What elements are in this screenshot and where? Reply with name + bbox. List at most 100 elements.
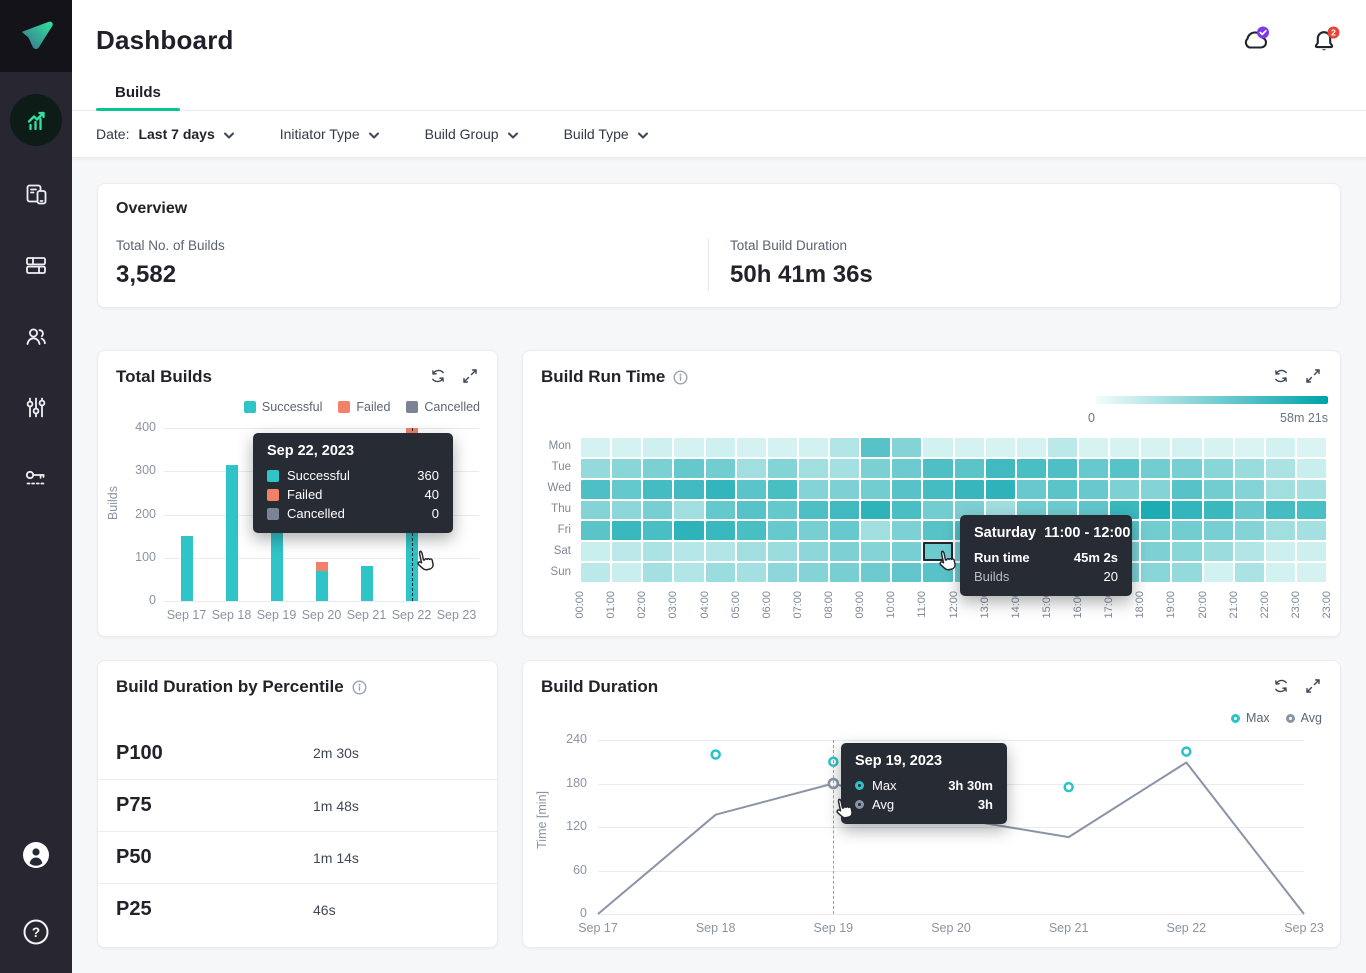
refresh-button[interactable] xyxy=(1272,367,1290,385)
heatmap-cell[interactable] xyxy=(768,542,797,561)
heatmap-cell[interactable] xyxy=(1079,480,1108,499)
sidebar-item-build-groups[interactable] xyxy=(0,229,72,300)
heatmap-cell[interactable] xyxy=(1110,480,1139,499)
heatmap-cell[interactable] xyxy=(1172,563,1201,582)
heatmap-cell[interactable] xyxy=(1235,438,1264,457)
heatmap-cell[interactable] xyxy=(1204,521,1233,540)
expand-button[interactable] xyxy=(461,367,479,385)
heatmap-cell[interactable] xyxy=(612,438,641,457)
filter-initiator-type[interactable]: Initiator Type xyxy=(280,126,379,142)
heatmap-cell[interactable] xyxy=(706,501,735,520)
heatmap-cell[interactable] xyxy=(581,563,610,582)
heatmap-cell[interactable] xyxy=(737,438,766,457)
heatmap-cell[interactable] xyxy=(674,542,703,561)
heatmap-cell[interactable] xyxy=(1204,542,1233,561)
heatmap-cell[interactable] xyxy=(1297,459,1326,478)
heatmap-cell[interactable] xyxy=(643,521,672,540)
heatmap-cell[interactable] xyxy=(1172,438,1201,457)
heatmap-cell[interactable] xyxy=(861,459,890,478)
heatmap-cell[interactable] xyxy=(892,563,921,582)
heatmap-cell[interactable] xyxy=(1235,521,1264,540)
heatmap-cell[interactable] xyxy=(1266,438,1295,457)
heatmap-cell[interactable] xyxy=(923,521,952,540)
heatmap-cell[interactable] xyxy=(1204,563,1233,582)
max-point[interactable] xyxy=(712,751,720,759)
heatmap-cell[interactable] xyxy=(986,480,1015,499)
heatmap-cell[interactable] xyxy=(1235,542,1264,561)
refresh-button[interactable] xyxy=(1272,677,1290,695)
heatmap-cell[interactable] xyxy=(581,542,610,561)
heatmap-cell[interactable] xyxy=(581,501,610,520)
heatmap-cell[interactable] xyxy=(830,459,859,478)
heatmap-cell[interactable] xyxy=(1172,459,1201,478)
heatmap-cell[interactable] xyxy=(1172,501,1201,520)
heatmap-cell[interactable] xyxy=(955,459,984,478)
sidebar-item-insights[interactable] xyxy=(10,94,62,146)
heatmap-cell[interactable] xyxy=(643,480,672,499)
heatmap-cell[interactable] xyxy=(861,521,890,540)
bar-segment[interactable] xyxy=(361,566,373,601)
heatmap-cell[interactable] xyxy=(1141,521,1170,540)
heatmap-cell[interactable] xyxy=(1297,501,1326,520)
heatmap-cell[interactable] xyxy=(799,501,828,520)
filter-date[interactable]: Date:Last 7 days xyxy=(96,126,234,142)
heatmap-cell[interactable] xyxy=(768,459,797,478)
heatmap-cell[interactable] xyxy=(1297,438,1326,457)
heatmap-cell[interactable] xyxy=(706,563,735,582)
heatmap-cell[interactable] xyxy=(1141,480,1170,499)
heatmap-cell[interactable] xyxy=(861,438,890,457)
notifications-button[interactable]: 2 xyxy=(1311,26,1341,54)
heatmap-cell[interactable] xyxy=(1172,521,1201,540)
heatmap-cell[interactable] xyxy=(737,563,766,582)
heatmap-cell[interactable] xyxy=(1266,563,1295,582)
heatmap-cell[interactable] xyxy=(737,501,766,520)
sidebar-item-settings[interactable] xyxy=(0,371,72,442)
heatmap-cell[interactable] xyxy=(1204,459,1233,478)
heatmap-cell[interactable] xyxy=(706,480,735,499)
heatmap-cell[interactable] xyxy=(1235,563,1264,582)
heatmap-cell[interactable] xyxy=(1204,438,1233,457)
heatmap-cell[interactable] xyxy=(581,438,610,457)
heatmap-cell[interactable] xyxy=(830,521,859,540)
heatmap-cell[interactable] xyxy=(830,563,859,582)
heatmap-cell[interactable] xyxy=(986,459,1015,478)
heatmap-cell[interactable] xyxy=(1297,480,1326,499)
info-icon[interactable] xyxy=(673,370,688,385)
expand-button[interactable] xyxy=(1304,367,1322,385)
heatmap-cell[interactable] xyxy=(768,521,797,540)
heatmap-cell[interactable] xyxy=(612,521,641,540)
heatmap-cell[interactable] xyxy=(923,459,952,478)
heatmap-cell[interactable] xyxy=(674,501,703,520)
heatmap-cell[interactable] xyxy=(612,501,641,520)
heatmap-cell[interactable] xyxy=(799,438,828,457)
heatmap-cell[interactable] xyxy=(892,521,921,540)
heatmap-cell[interactable] xyxy=(581,459,610,478)
heatmap-cell[interactable] xyxy=(799,480,828,499)
heatmap-cell[interactable] xyxy=(1172,480,1201,499)
heatmap-cell[interactable] xyxy=(1048,459,1077,478)
bar-segment[interactable] xyxy=(316,571,328,601)
heatmap-cell[interactable] xyxy=(1110,459,1139,478)
heatmap-cell[interactable] xyxy=(1235,459,1264,478)
heatmap-cell[interactable] xyxy=(737,480,766,499)
heatmap-cell[interactable] xyxy=(737,521,766,540)
heatmap-cell[interactable] xyxy=(1297,542,1326,561)
heatmap-cell[interactable] xyxy=(1266,501,1295,520)
heatmap-cell[interactable] xyxy=(581,521,610,540)
bar-segment[interactable] xyxy=(226,465,238,601)
heatmap-cell[interactable] xyxy=(861,501,890,520)
profile-avatar[interactable] xyxy=(22,841,50,874)
heatmap-cell[interactable] xyxy=(612,542,641,561)
heatmap-cell[interactable] xyxy=(643,563,672,582)
heatmap-cell[interactable] xyxy=(830,438,859,457)
sidebar-item-access-keys[interactable] xyxy=(0,442,72,513)
heatmap-cell[interactable] xyxy=(737,542,766,561)
heatmap-cell[interactable] xyxy=(706,459,735,478)
heatmap-cell[interactable] xyxy=(1141,459,1170,478)
heatmap-cell[interactable] xyxy=(1235,501,1264,520)
heatmap-cell[interactable] xyxy=(1172,542,1201,561)
heatmap-cell[interactable] xyxy=(1235,480,1264,499)
heatmap-cell[interactable] xyxy=(1048,480,1077,499)
heatmap-cell[interactable] xyxy=(674,480,703,499)
heatmap-cell[interactable] xyxy=(1204,501,1233,520)
